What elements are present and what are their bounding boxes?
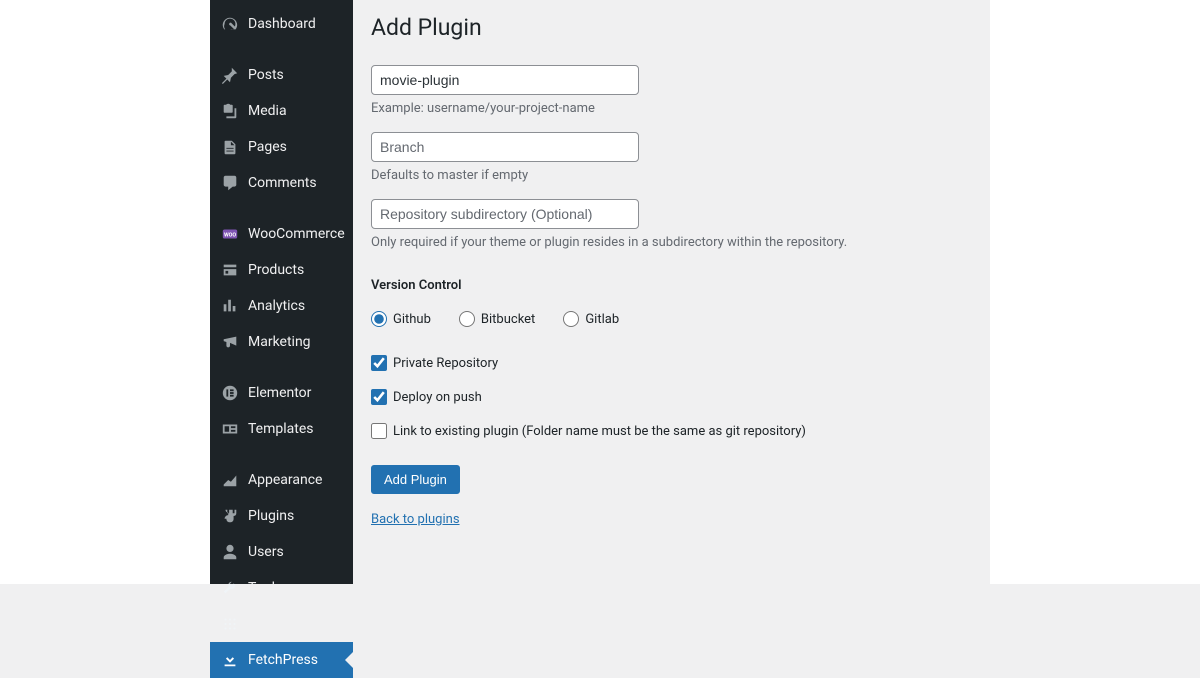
sidebar-item-label: Comments <box>248 175 317 191</box>
sidebar-item-label: Dashboard <box>248 16 316 32</box>
sidebar-item-label: Analytics <box>248 298 305 314</box>
sidebar-item-tools[interactable]: Tools <box>210 570 353 606</box>
sidebar-item-users[interactable]: Users <box>210 534 353 570</box>
sidebar-item-products[interactable]: Products <box>210 252 353 288</box>
sidebar-item-label: WooCommerce <box>248 226 345 242</box>
sidebar-item-marketing[interactable]: Marketing <box>210 324 353 360</box>
back-link[interactable]: Back to plugins <box>371 512 970 527</box>
page-title: Add Plugin <box>371 14 970 41</box>
radio-github-input[interactable] <box>371 311 387 327</box>
radio-github-label: Github <box>393 312 431 327</box>
add-plugin-button[interactable]: Add Plugin <box>371 465 460 494</box>
sidebar-item-label: Tools <box>248 580 282 596</box>
sidebar-item-label: Pages <box>248 139 287 155</box>
sidebar-item-label: Media <box>248 103 287 119</box>
sidebar-item-label: Users <box>248 544 284 560</box>
sidebar-item-label: Appearance <box>248 472 322 488</box>
version-control-label: Version Control <box>371 278 970 293</box>
admin-sidebar: Dashboard Posts Media Pages Comments WOO… <box>210 0 353 584</box>
sidebar-item-elementor[interactable]: Elementor <box>210 375 353 411</box>
tools-icon <box>220 578 240 598</box>
sidebar-item-posts[interactable]: Posts <box>210 57 353 93</box>
sidebar-item-label: FetchPress <box>248 652 318 668</box>
sidebar-item-label: Templates <box>248 421 314 437</box>
sidebar-item-woocommerce[interactable]: WOO WooCommerce <box>210 216 353 252</box>
pages-icon <box>220 137 240 157</box>
svg-text:WOO: WOO <box>224 233 236 239</box>
repo-help: Example: username/your-project-name <box>371 101 970 116</box>
sidebar-item-settings[interactable]: Settings <box>210 606 353 642</box>
link-existing-input[interactable] <box>371 423 387 439</box>
sidebar-item-label: Posts <box>248 67 284 83</box>
radio-bitbucket[interactable]: Bitbucket <box>459 311 535 327</box>
link-existing-checkbox[interactable]: Link to existing plugin (Folder name mus… <box>371 423 970 439</box>
sidebar-item-analytics[interactable]: Analytics <box>210 288 353 324</box>
private-repo-label: Private Repository <box>393 356 498 371</box>
plugins-icon <box>220 506 240 526</box>
radio-bitbucket-label: Bitbucket <box>481 312 535 327</box>
branch-help: Defaults to master if empty <box>371 168 970 183</box>
sidebar-item-templates[interactable]: Templates <box>210 411 353 447</box>
sidebar-item-label: Products <box>248 262 304 278</box>
elementor-icon <box>220 383 240 403</box>
marketing-icon <box>220 332 240 352</box>
download-icon <box>220 650 240 670</box>
sidebar-item-appearance[interactable]: Appearance <box>210 462 353 498</box>
sidebar-item-label: Elementor <box>248 385 311 401</box>
media-icon <box>220 101 240 121</box>
sidebar-item-pages[interactable]: Pages <box>210 129 353 165</box>
repo-input[interactable] <box>371 65 639 95</box>
radio-gitlab-label: Gitlab <box>585 312 619 327</box>
radio-bitbucket-input[interactable] <box>459 311 475 327</box>
branch-input[interactable] <box>371 132 639 162</box>
users-icon <box>220 542 240 562</box>
subdir-help: Only required if your theme or plugin re… <box>371 235 970 250</box>
version-control-group: Github Bitbucket Gitlab <box>371 311 970 327</box>
sidebar-item-label: Settings <box>248 616 299 632</box>
sidebar-item-label: Marketing <box>248 334 311 350</box>
radio-gitlab-input[interactable] <box>563 311 579 327</box>
sidebar-item-dashboard[interactable]: Dashboard <box>210 6 353 42</box>
comments-icon <box>220 173 240 193</box>
radio-github[interactable]: Github <box>371 311 431 327</box>
settings-icon <box>220 614 240 634</box>
appearance-icon <box>220 470 240 490</box>
dashboard-icon <box>220 14 240 34</box>
subdir-input[interactable] <box>371 199 639 229</box>
sidebar-item-label: Plugins <box>248 508 294 524</box>
analytics-icon <box>220 296 240 316</box>
deploy-push-checkbox[interactable]: Deploy on push <box>371 389 970 405</box>
radio-gitlab[interactable]: Gitlab <box>563 311 619 327</box>
link-existing-label: Link to existing plugin (Folder name mus… <box>393 424 806 439</box>
products-icon <box>220 260 240 280</box>
private-repo-checkbox[interactable]: Private Repository <box>371 355 970 371</box>
woo-icon: WOO <box>220 224 240 244</box>
pin-icon <box>220 65 240 85</box>
private-repo-input[interactable] <box>371 355 387 371</box>
deploy-push-input[interactable] <box>371 389 387 405</box>
sidebar-item-media[interactable]: Media <box>210 93 353 129</box>
sidebar-item-plugins[interactable]: Plugins <box>210 498 353 534</box>
sidebar-item-fetchpress[interactable]: FetchPress <box>210 642 353 678</box>
templates-icon <box>220 419 240 439</box>
deploy-push-label: Deploy on push <box>393 390 482 405</box>
sidebar-item-comments[interactable]: Comments <box>210 165 353 201</box>
